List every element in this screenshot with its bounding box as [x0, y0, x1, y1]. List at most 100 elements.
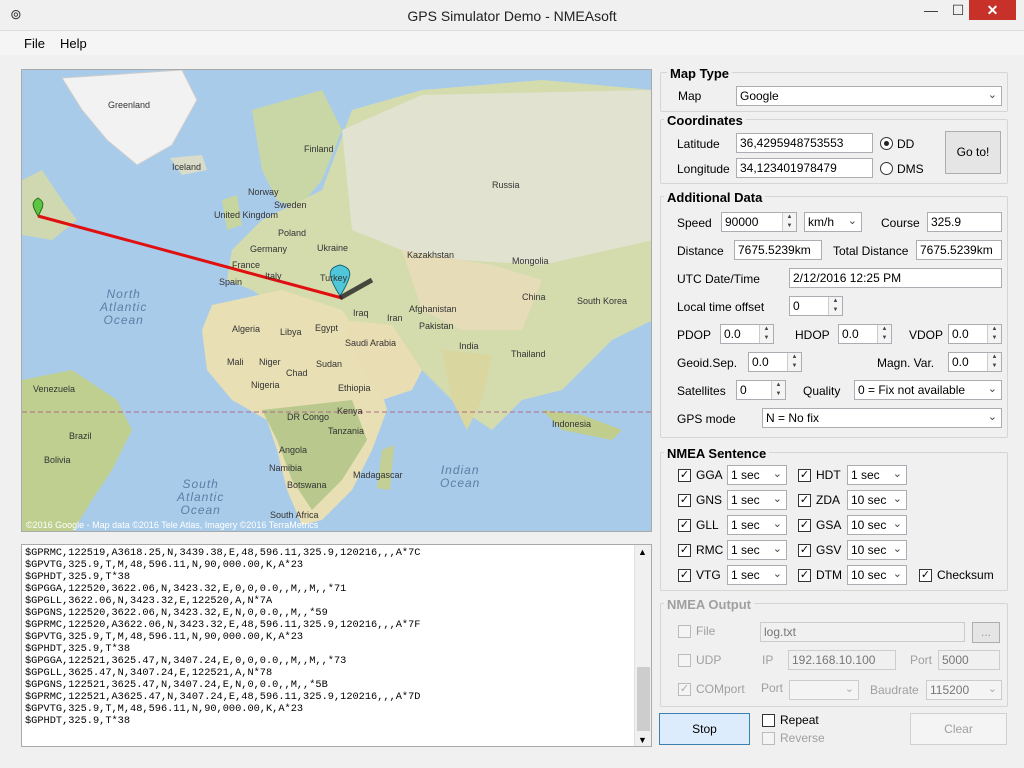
- map-label-tanzania: Tanzania: [328, 426, 365, 436]
- spin-arrows-icon[interactable]: ▲ ▼: [759, 325, 773, 343]
- map-label-south-africa: South Africa: [270, 510, 319, 520]
- gll-checkbox[interactable]: ✓: [678, 519, 691, 532]
- spin-arrows-icon[interactable]: ▲ ▼: [787, 353, 801, 371]
- gga-rate-select[interactable]: 1 sec ⌄: [727, 465, 787, 485]
- port-input[interactable]: 5000: [938, 650, 1000, 670]
- gsa-rate-select[interactable]: 10 sec ⌄: [847, 515, 907, 535]
- baudrate-label: Baudrate: [870, 683, 919, 697]
- comport-checkbox[interactable]: ✓: [678, 683, 691, 696]
- speed-input[interactable]: 90000 ▲ ▼: [721, 212, 797, 232]
- udp-checkbox[interactable]: [678, 654, 691, 667]
- map-label-brazil: Brazil: [69, 431, 92, 441]
- speed-unit-select[interactable]: km/h ⌄: [804, 212, 862, 232]
- scroll-up-icon[interactable]: ▲: [638, 547, 647, 557]
- log-line: $GPHDT,325.9,T*38: [25, 643, 131, 655]
- comport-select[interactable]: ⌄: [789, 680, 859, 700]
- map-label-libya: Libya: [280, 327, 302, 337]
- vdop-input[interactable]: 0.0 ▲ ▼: [948, 324, 1002, 344]
- map-label-indonesia: Indonesia: [552, 419, 592, 429]
- spin-arrows-icon[interactable]: ▲ ▼: [771, 381, 785, 399]
- spin-arrows-icon[interactable]: ▲ ▼: [877, 325, 891, 343]
- file-input[interactable]: log.txt: [760, 622, 965, 642]
- dms-radio[interactable]: [880, 162, 893, 175]
- close-button[interactable]: ✕: [969, 0, 1016, 20]
- gsa-checkbox[interactable]: ✓: [798, 519, 811, 532]
- ip-input[interactable]: 192.168.10.100: [788, 650, 896, 670]
- vtg-checkbox[interactable]: ✓: [678, 569, 691, 582]
- file-label: File: [696, 624, 716, 638]
- chevron-down-icon: ⌄: [772, 518, 782, 530]
- rmc-checkbox[interactable]: ✓: [678, 544, 691, 557]
- scroll-down-icon[interactable]: ▼: [638, 735, 647, 745]
- log-line: $GPVTG,325.9,T,M,48,596.11,N,90,000.00,K…: [25, 559, 304, 571]
- gll-label: GLL: [696, 518, 719, 532]
- menu-file[interactable]: File: [24, 36, 45, 51]
- gsv-checkbox[interactable]: ✓: [798, 544, 811, 557]
- hdt-checkbox[interactable]: ✓: [798, 469, 811, 482]
- spin-arrows-icon[interactable]: ▲ ▼: [987, 353, 1001, 371]
- map-label-united-kingdom: United Kingdom: [214, 210, 279, 220]
- goto-button[interactable]: Go to!: [945, 131, 1001, 174]
- map-select[interactable]: Google ⌄: [736, 86, 1002, 106]
- dtm-rate-select[interactable]: 10 sec ⌄: [847, 565, 907, 585]
- rmc-rate-select[interactable]: 1 sec ⌄: [727, 540, 787, 560]
- course-input[interactable]: 325.9: [927, 212, 1002, 232]
- log-scroll-thumb[interactable]: [637, 667, 650, 731]
- latitude-input[interactable]: 36,4295948753553: [736, 133, 873, 153]
- spin-arrows-icon[interactable]: ▲ ▼: [987, 325, 1001, 343]
- magn-var-input[interactable]: 0.0 ▲ ▼: [948, 352, 1002, 372]
- quality-select[interactable]: 0 = Fix not available ⌄: [854, 380, 1002, 400]
- dd-radio[interactable]: [880, 137, 893, 150]
- stop-button[interactable]: Stop: [659, 713, 750, 745]
- repeat-checkbox[interactable]: [762, 714, 775, 727]
- log-line: $GPGNS,122521,3625.47,N,3407.24,E,N,0,0.…: [25, 679, 328, 691]
- vtg-rate-select[interactable]: 1 sec ⌄: [727, 565, 787, 585]
- menu-help[interactable]: Help: [60, 36, 87, 51]
- map-label-russia: Russia: [492, 180, 520, 190]
- log-scrollbar[interactable]: ▲ ▼: [634, 545, 651, 746]
- gps-mode-select[interactable]: N = No fix ⌄: [762, 408, 1002, 428]
- reverse-checkbox[interactable]: [762, 732, 775, 745]
- spin-arrows-icon[interactable]: ▲ ▼: [782, 213, 796, 231]
- longitude-input[interactable]: 34,123401978479: [736, 158, 873, 178]
- ocean-label: Indian Ocean: [440, 463, 481, 490]
- nmea-log[interactable]: $GPRMC,122519,A3618.25,N,3439.38,E,48,59…: [21, 544, 652, 747]
- map-label-sudan: Sudan: [316, 359, 343, 369]
- window-title: GPS Simulator Demo - NMEAsoft: [407, 8, 617, 24]
- gga-checkbox[interactable]: ✓: [678, 469, 691, 482]
- map-label-namibia: Namibia: [269, 463, 303, 473]
- hdt-rate-select[interactable]: 1 sec ⌄: [847, 465, 907, 485]
- gns-checkbox[interactable]: ✓: [678, 494, 691, 507]
- local-time-offset-input[interactable]: 0 ▲ ▼: [789, 296, 843, 316]
- satellites-label: Satellites: [677, 384, 726, 398]
- utc-input[interactable]: 2/12/2016 12:25 PM: [789, 268, 1002, 288]
- map-label-dr-congo: DR Congo: [287, 412, 330, 422]
- pdop-input[interactable]: 0.0 ▲ ▼: [720, 324, 774, 344]
- checksum-checkbox[interactable]: ✓: [919, 569, 932, 582]
- chevron-down-icon: ⌄: [892, 493, 902, 505]
- minimize-button[interactable]: —: [916, 0, 946, 20]
- rate-value: 1 sec: [731, 518, 760, 532]
- map-label-nigeria: Nigeria: [251, 380, 280, 390]
- spin-arrows-icon[interactable]: ▲ ▼: [828, 297, 842, 315]
- baudrate-select[interactable]: 115200 ⌄: [926, 680, 1002, 700]
- vdop-value: 0.0: [952, 327, 969, 341]
- hdop-input[interactable]: 0.0 ▲ ▼: [838, 324, 892, 344]
- gll-rate-select[interactable]: 1 sec ⌄: [727, 515, 787, 535]
- clear-button[interactable]: Clear: [910, 713, 1007, 745]
- map-label-iran: Iran: [387, 313, 403, 323]
- zda-checkbox[interactable]: ✓: [798, 494, 811, 507]
- geoid-label: Geoid.Sep.: [677, 356, 738, 370]
- udp-label: UDP: [696, 653, 722, 667]
- log-line: $GPGNS,122520,3622.06,N,3423.32,E,N,0,0.…: [25, 607, 328, 619]
- gns-rate-select[interactable]: 1 sec ⌄: [727, 490, 787, 510]
- coordinates-title: Coordinates: [664, 113, 746, 128]
- map-view[interactable]: Greenland Iceland Finland Norway Sweden Russi…: [21, 69, 652, 532]
- dtm-checkbox[interactable]: ✓: [798, 569, 811, 582]
- file-checkbox[interactable]: [678, 625, 691, 638]
- browse-button[interactable]: ...: [972, 622, 1000, 643]
- geoid-input[interactable]: 0.0 ▲ ▼: [748, 352, 802, 372]
- zda-rate-select[interactable]: 10 sec ⌄: [847, 490, 907, 510]
- satellites-input[interactable]: 0 ▲ ▼: [736, 380, 786, 400]
- gsv-rate-select[interactable]: 10 sec ⌄: [847, 540, 907, 560]
